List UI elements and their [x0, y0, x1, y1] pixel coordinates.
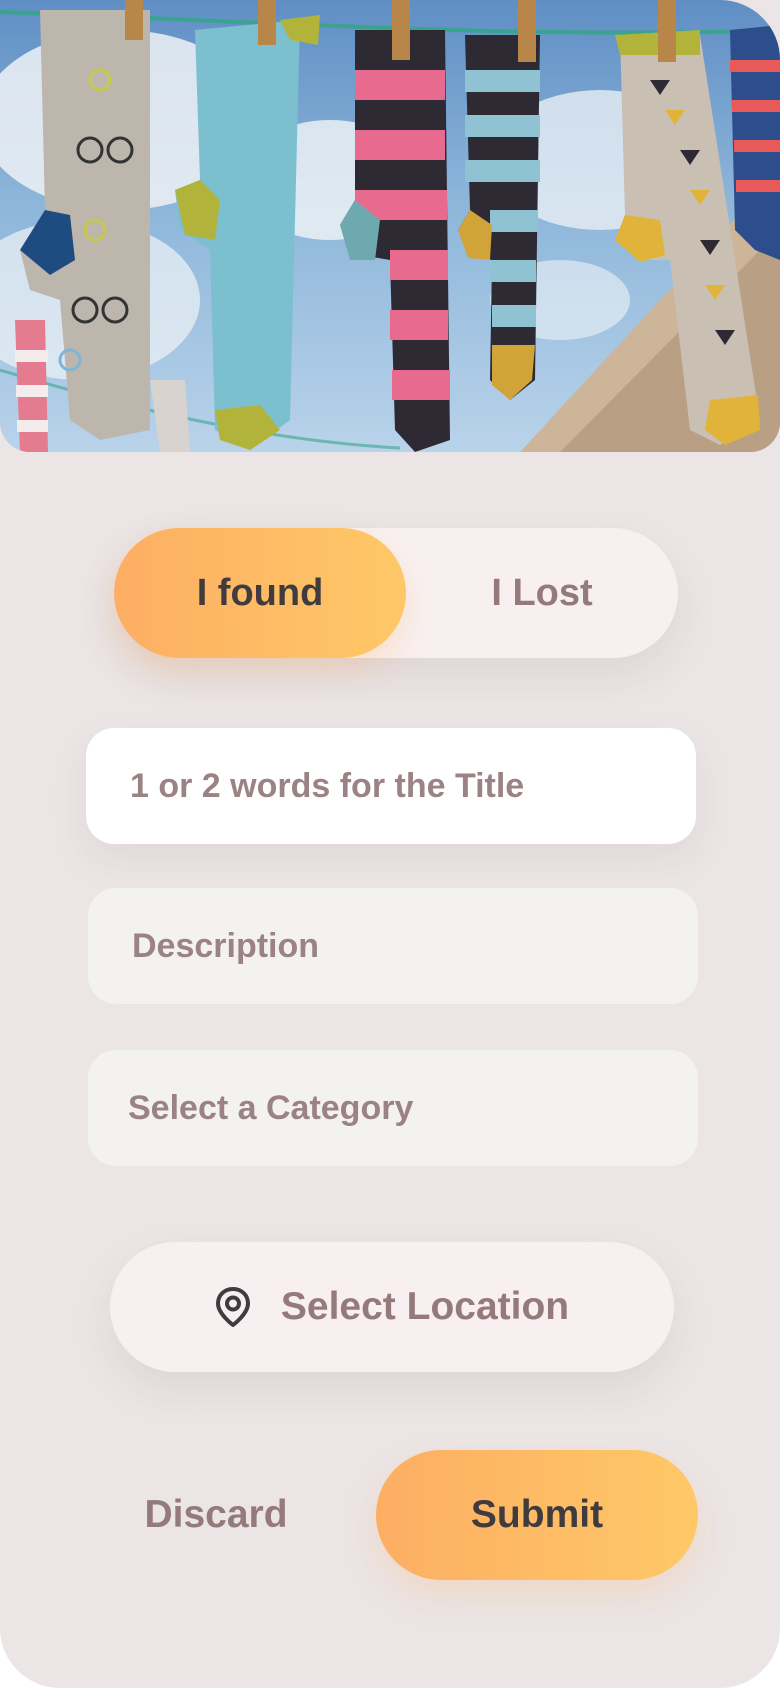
- submit-button[interactable]: Submit: [376, 1450, 698, 1580]
- category-select[interactable]: Select a Category: [88, 1050, 698, 1166]
- create-post-screen: I found I Lost 1 or 2 words for the Titl…: [0, 0, 780, 1688]
- location-pin-icon: [215, 1287, 251, 1327]
- select-location-button[interactable]: Select Location: [110, 1242, 674, 1372]
- title-input[interactable]: 1 or 2 words for the Title: [86, 728, 696, 844]
- toggle-option-lost[interactable]: I Lost: [406, 528, 678, 658]
- post-type-toggle: I found I Lost: [114, 528, 678, 658]
- socks-clothesline-illustration: [0, 0, 780, 452]
- toggle-option-found[interactable]: I found: [114, 528, 406, 658]
- discard-button[interactable]: Discard: [110, 1450, 322, 1580]
- description-input[interactable]: Description: [88, 888, 698, 1004]
- select-location-label: Select Location: [280, 1285, 570, 1328]
- hero-image: [0, 0, 780, 452]
